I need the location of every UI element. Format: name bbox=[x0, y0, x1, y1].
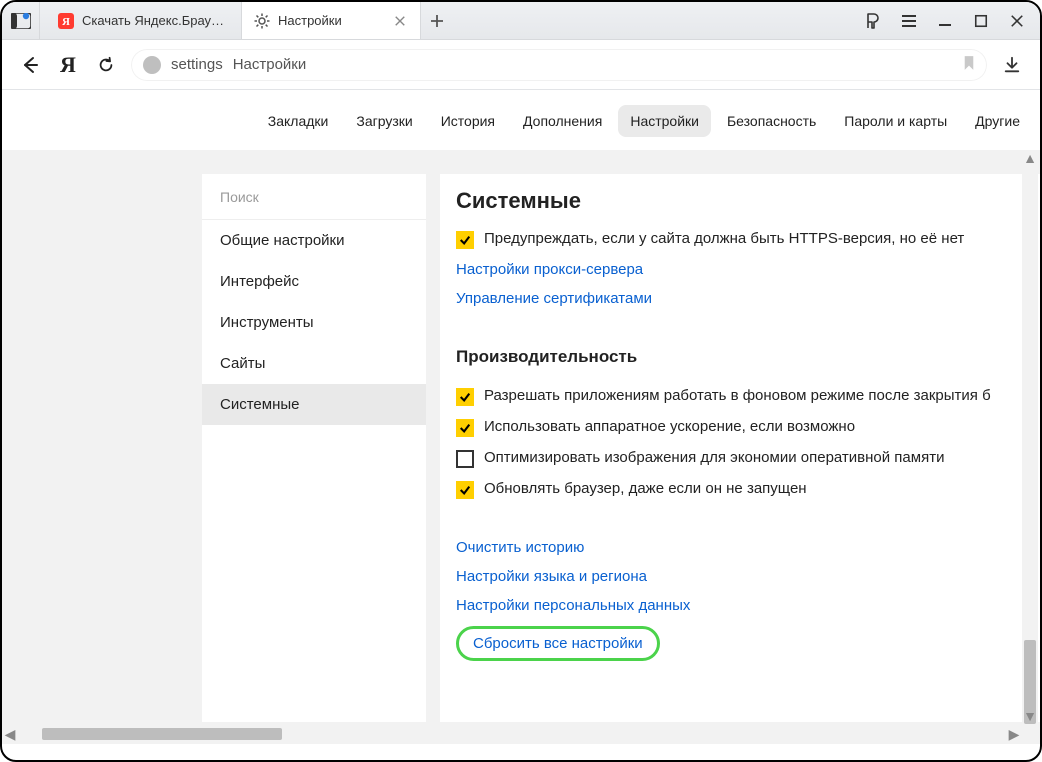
sidebar-item-tools[interactable]: Инструменты bbox=[202, 302, 426, 343]
titlebar: Я Скачать Яндекс.Браузер д Настройки bbox=[2, 2, 1040, 40]
scroll-thumb[interactable] bbox=[42, 728, 282, 740]
new-tab-button[interactable] bbox=[421, 2, 453, 39]
option-background-apps: Разрешать приложениям работать в фоновом… bbox=[456, 381, 1034, 412]
settings-content: Системные Предупреждать, если у сайта до… bbox=[440, 174, 1040, 722]
tab-title: Настройки bbox=[278, 13, 386, 28]
topnav-downloads[interactable]: Загрузки bbox=[344, 105, 424, 137]
back-button[interactable] bbox=[16, 51, 44, 79]
checkbox[interactable] bbox=[456, 388, 474, 406]
link-clear-history[interactable]: Очистить историю bbox=[456, 533, 1034, 562]
toolbar: Я settings Настройки bbox=[2, 40, 1040, 90]
yandex-favicon: Я bbox=[58, 13, 74, 29]
option-hardware-accel: Использовать аппаратное ускорение, если … bbox=[456, 412, 1034, 443]
horizontal-scrollbar[interactable]: ◀ ▶ bbox=[2, 726, 1022, 742]
scroll-left-arrow-icon[interactable]: ◀ bbox=[2, 726, 18, 742]
checkbox[interactable] bbox=[456, 481, 474, 499]
option-label: Обновлять браузер, даже если он не запущ… bbox=[484, 480, 1034, 497]
sidebar-item-system[interactable]: Системные bbox=[202, 384, 426, 425]
topnav-history[interactable]: История bbox=[429, 105, 507, 137]
topnav-security[interactable]: Безопасность bbox=[715, 105, 828, 137]
sidebar-item-interface[interactable]: Интерфейс bbox=[202, 261, 426, 302]
settings-top-nav: Закладки Загрузки История Дополнения Нас… bbox=[2, 92, 1040, 150]
site-identity-icon[interactable] bbox=[143, 56, 161, 74]
section-title-system: Системные bbox=[456, 188, 1034, 214]
option-update-browser: Обновлять браузер, даже если он не запущ… bbox=[456, 474, 1034, 505]
hamburger-menu-icon[interactable] bbox=[900, 12, 918, 30]
tab-settings[interactable]: Настройки bbox=[241, 2, 421, 39]
sidebar-item-sites[interactable]: Сайты bbox=[202, 343, 426, 384]
topnav-addons[interactable]: Дополнения bbox=[511, 105, 614, 137]
link-cert-management[interactable]: Управление сертификатами bbox=[456, 284, 1034, 313]
address-page-label: Настройки bbox=[233, 56, 307, 73]
close-tab-icon[interactable] bbox=[394, 14, 408, 28]
scroll-right-arrow-icon[interactable]: ▶ bbox=[1006, 726, 1022, 742]
svg-text:Я: Я bbox=[62, 16, 70, 28]
settings-main: Поиск Общие настройки Интерфейс Инструме… bbox=[2, 152, 1040, 744]
close-window-button[interactable] bbox=[1008, 12, 1026, 30]
option-https-warning: Предупреждать, если у сайта должна быть … bbox=[456, 224, 1034, 255]
minimize-button[interactable] bbox=[936, 12, 954, 30]
address-protocol: settings bbox=[171, 56, 223, 73]
sidebar-search-input[interactable]: Поиск bbox=[202, 174, 426, 220]
yandex-home-button[interactable]: Я bbox=[54, 51, 82, 79]
option-label: Оптимизировать изображения для экономии … bbox=[484, 449, 1034, 466]
section-title-performance: Производительность bbox=[456, 347, 1034, 367]
sidebar-item-general[interactable]: Общие настройки bbox=[202, 220, 426, 261]
vertical-scrollbar[interactable]: ▲ ▼ bbox=[1022, 150, 1038, 724]
link-proxy-settings[interactable]: Настройки прокси-сервера bbox=[456, 255, 1034, 284]
window-controls bbox=[850, 2, 1040, 39]
tab-strip: Я Скачать Яндекс.Браузер д Настройки bbox=[40, 2, 850, 39]
scroll-down-arrow-icon[interactable]: ▼ bbox=[1022, 708, 1038, 724]
checkbox[interactable] bbox=[456, 419, 474, 437]
tab-title: Скачать Яндекс.Браузер д bbox=[82, 13, 228, 28]
maximize-button[interactable] bbox=[972, 12, 990, 30]
downloads-button[interactable] bbox=[998, 51, 1026, 79]
checkbox[interactable] bbox=[456, 231, 474, 249]
option-label: Предупреждать, если у сайта должна быть … bbox=[484, 230, 1034, 247]
reload-button[interactable] bbox=[92, 51, 120, 79]
gear-icon bbox=[254, 13, 270, 29]
bookmark-ribbon-icon[interactable] bbox=[963, 55, 975, 74]
option-optimize-images: Оптимизировать изображения для экономии … bbox=[456, 443, 1034, 474]
scroll-up-arrow-icon[interactable]: ▲ bbox=[1022, 150, 1038, 166]
link-reset-all-settings[interactable]: Сбросить все настройки bbox=[456, 626, 660, 661]
link-language-region[interactable]: Настройки языка и региона bbox=[456, 562, 1034, 591]
settings-sidebar: Поиск Общие настройки Интерфейс Инструме… bbox=[202, 174, 426, 722]
topnav-bookmarks[interactable]: Закладки bbox=[256, 105, 341, 137]
topnav-passwords[interactable]: Пароли и карты bbox=[832, 105, 959, 137]
checkbox[interactable] bbox=[456, 450, 474, 468]
option-label: Использовать аппаратное ускорение, если … bbox=[484, 418, 1034, 435]
bookmarks-bar-icon[interactable] bbox=[864, 12, 882, 30]
topnav-settings[interactable]: Настройки bbox=[618, 105, 711, 137]
link-personal-data[interactable]: Настройки персональных данных bbox=[456, 591, 1034, 620]
address-text: settings Настройки bbox=[171, 56, 306, 73]
topnav-other[interactable]: Другие bbox=[963, 105, 1032, 137]
panel-toggle-button[interactable] bbox=[2, 2, 40, 39]
tab-yandex-download[interactable]: Я Скачать Яндекс.Браузер д bbox=[46, 2, 241, 39]
page-viewport: Закладки Загрузки История Дополнения Нас… bbox=[2, 92, 1040, 744]
option-label: Разрешать приложениям работать в фоновом… bbox=[484, 387, 1034, 404]
address-bar[interactable]: settings Настройки bbox=[130, 48, 988, 82]
browser-window: Я Скачать Яндекс.Браузер д Настройки bbox=[0, 0, 1042, 762]
